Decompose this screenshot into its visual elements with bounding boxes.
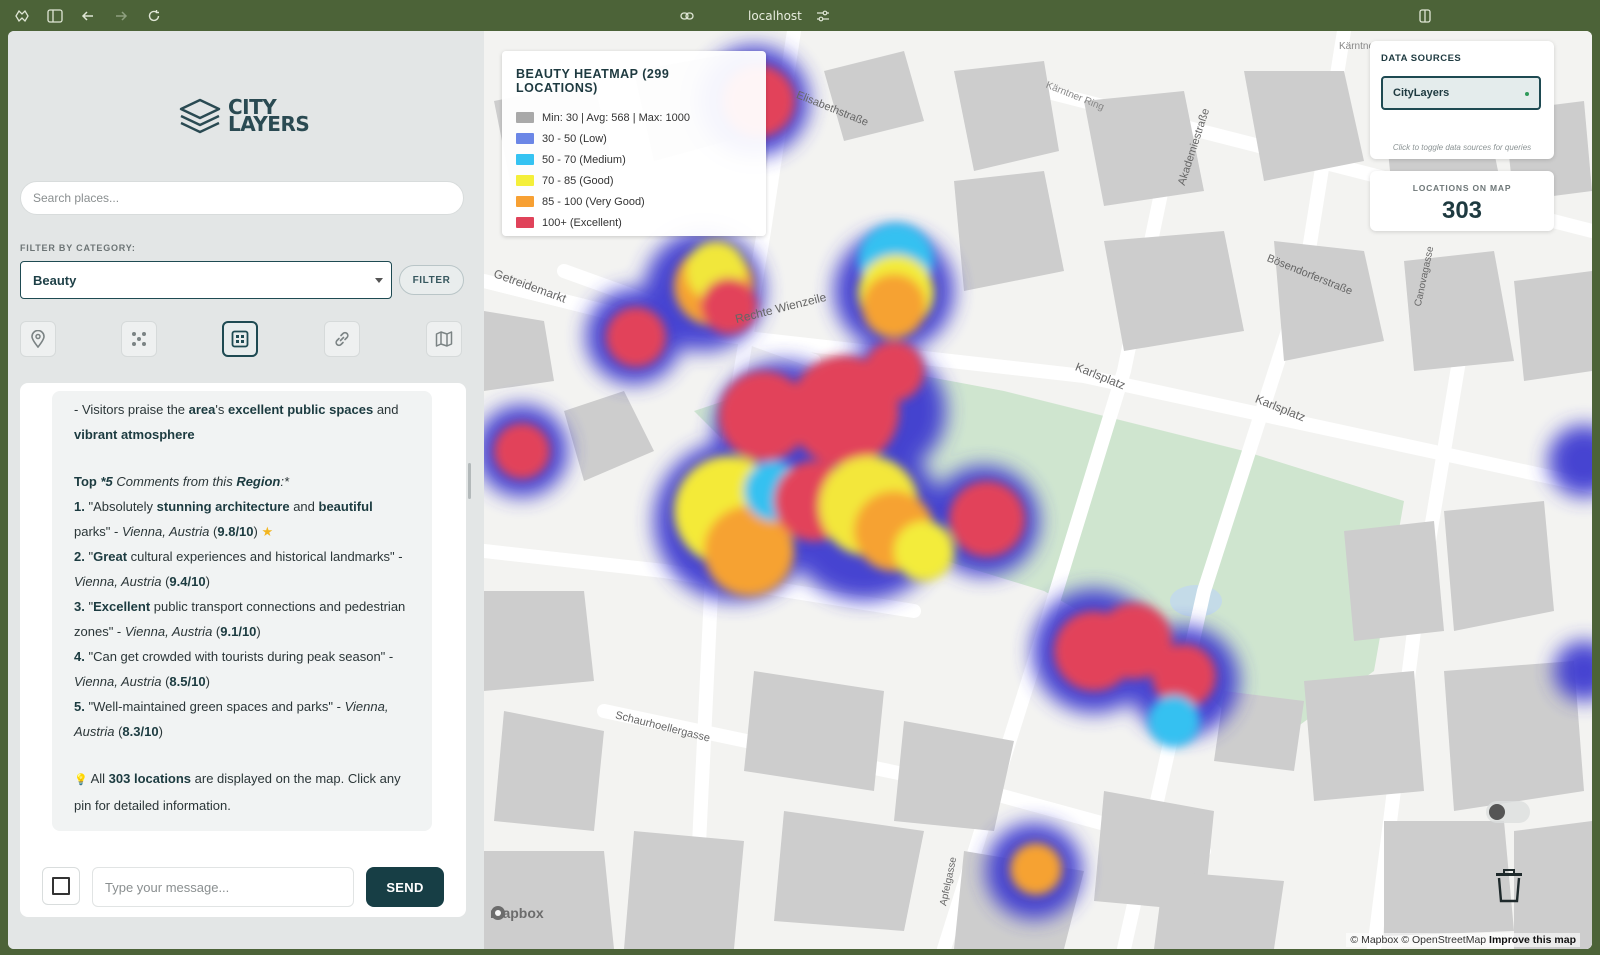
comment-item: 5. "Well-maintained green spaces and par…: [74, 699, 389, 714]
legend-label: 70 - 85 (Good): [542, 174, 614, 187]
locations-label: LOCATIONS ON MAP: [1412, 183, 1512, 193]
cluster-mode-button[interactable]: [121, 321, 157, 357]
app-logo: CITY LAYERS: [178, 97, 310, 136]
forward-icon[interactable]: [112, 7, 130, 25]
back-icon[interactable]: [79, 7, 97, 25]
legend-label: Min: 30 | Avg: 568 | Max: 1000: [542, 111, 690, 124]
legend-item: 85 - 100 (Very Good): [516, 191, 752, 212]
map-style-button[interactable]: [426, 321, 462, 357]
comment-item: 2. "Great cultural experiences and histo…: [74, 549, 403, 564]
split-view-icon[interactable]: [1416, 7, 1434, 25]
legend-swatch: [516, 112, 534, 123]
map-toggle-switch[interactable]: [1486, 801, 1530, 823]
mapbox-logo[interactable]: mapbox: [490, 905, 544, 921]
mapbox-logo-icon: [491, 906, 505, 920]
heatmap-grid-icon: [231, 330, 249, 348]
link-icon[interactable]: [678, 7, 696, 25]
legend-swatch: [516, 133, 534, 144]
comment-item: 4. "Can get crowded with tourists during…: [74, 649, 394, 664]
data-sources-panel: DATA SOURCES CityLayers Click to toggle …: [1370, 41, 1554, 159]
browser-logo-icon[interactable]: [13, 7, 31, 25]
locations-counter-panel: LOCATIONS ON MAP 303: [1370, 171, 1554, 231]
category-filter-label: FILTER BY CATEGORY:: [20, 243, 136, 253]
trash-icon[interactable]: [1494, 869, 1524, 903]
send-button[interactable]: SEND: [366, 867, 444, 907]
chevron-down-icon: [375, 278, 383, 283]
legend-swatch: [516, 217, 534, 228]
pin-icon: [31, 330, 45, 348]
chat-message: - Visitors praise the area's excellent p…: [52, 391, 432, 831]
category-select[interactable]: Beauty: [20, 261, 392, 299]
reload-icon[interactable]: [145, 7, 163, 25]
data-sources-hint: Click to toggle data sources for queries: [1392, 143, 1532, 152]
toggle-knob: [1489, 804, 1505, 820]
map-icon: [435, 331, 453, 347]
attribution-text: © Mapbox © OpenStreetMap: [1350, 934, 1490, 946]
data-sources-title: DATA SOURCES: [1381, 53, 1462, 64]
chat-message-text: - Visitors praise the area's excellent p…: [74, 397, 414, 818]
legend-item: 100+ (Excellent): [516, 212, 752, 233]
active-indicator-icon: [1525, 92, 1529, 96]
cluster-icon: [132, 332, 146, 346]
address-bar-url[interactable]: localhost: [748, 9, 802, 23]
legend-swatch: [516, 175, 534, 186]
star-icon: ★: [261, 524, 274, 539]
legend-label: 85 - 100 (Very Good): [542, 195, 645, 208]
legend-item: 50 - 70 (Medium): [516, 149, 752, 170]
sidebar-toggle-icon[interactable]: [46, 7, 64, 25]
layers-logo-icon: [179, 98, 221, 134]
link-icon: [335, 331, 349, 347]
search-input[interactable]: [20, 181, 464, 215]
data-source-toggle[interactable]: CityLayers: [1381, 76, 1541, 110]
legend-label: 100+ (Excellent): [542, 216, 622, 229]
locations-count: 303: [1441, 197, 1483, 224]
category-select-value: Beauty: [33, 272, 77, 288]
data-source-label: CityLayers: [1393, 87, 1450, 99]
legend-swatch: [516, 196, 534, 207]
legend-label: 30 - 50 (Low): [542, 132, 607, 145]
map-attribution[interactable]: © Mapbox © OpenStreetMap Improve this ma…: [1346, 933, 1580, 947]
select-checkbox-button[interactable]: [42, 867, 80, 905]
connections-mode-button[interactable]: [324, 321, 360, 357]
legend-swatch: [516, 154, 534, 165]
app-window: CITY LAYERS FILTER BY CATEGORY: Beauty F…: [8, 31, 1592, 949]
sidebar-scrollbar[interactable]: [468, 463, 471, 499]
chat-footer-note: 💡 All 303 locations are displayed on the…: [74, 771, 401, 786]
message-input[interactable]: [92, 867, 354, 907]
legend-item: 70 - 85 (Good): [516, 170, 752, 191]
legend-item: 30 - 50 (Low): [516, 128, 752, 149]
site-settings-icon[interactable]: [814, 7, 832, 25]
improve-map-link[interactable]: Improve this map: [1489, 934, 1576, 946]
legend-item: Min: 30 | Avg: 568 | Max: 1000: [516, 107, 752, 128]
browser-toolbar: localhost: [0, 0, 1600, 32]
logo-line-2: LAYERS: [228, 112, 310, 136]
checkbox-icon: [52, 877, 70, 895]
filter-button[interactable]: FILTER: [399, 265, 464, 295]
chat-panel: - Visitors praise the area's excellent p…: [20, 383, 466, 917]
top-comments-heading: Top *5 Comments from this Region:*: [74, 474, 290, 489]
heatmap-mode-button[interactable]: [222, 321, 258, 357]
legend-title: BEAUTY HEATMAP (299 LOCATIONS): [516, 67, 670, 95]
logo-text: CITY LAYERS: [228, 97, 310, 136]
heatmap-legend: BEAUTY HEATMAP (299 LOCATIONS) Min: 30 |…: [502, 51, 766, 236]
lightbulb-icon: 💡: [74, 774, 88, 786]
legend-label: 50 - 70 (Medium): [542, 153, 626, 166]
sidebar: CITY LAYERS FILTER BY CATEGORY: Beauty F…: [8, 31, 484, 949]
comment-item: 3. "Excellent public transport connectio…: [74, 599, 406, 614]
comment-item: 1. "Absolutely stunning architecture and…: [74, 499, 373, 514]
pin-mode-button[interactable]: [20, 321, 56, 357]
